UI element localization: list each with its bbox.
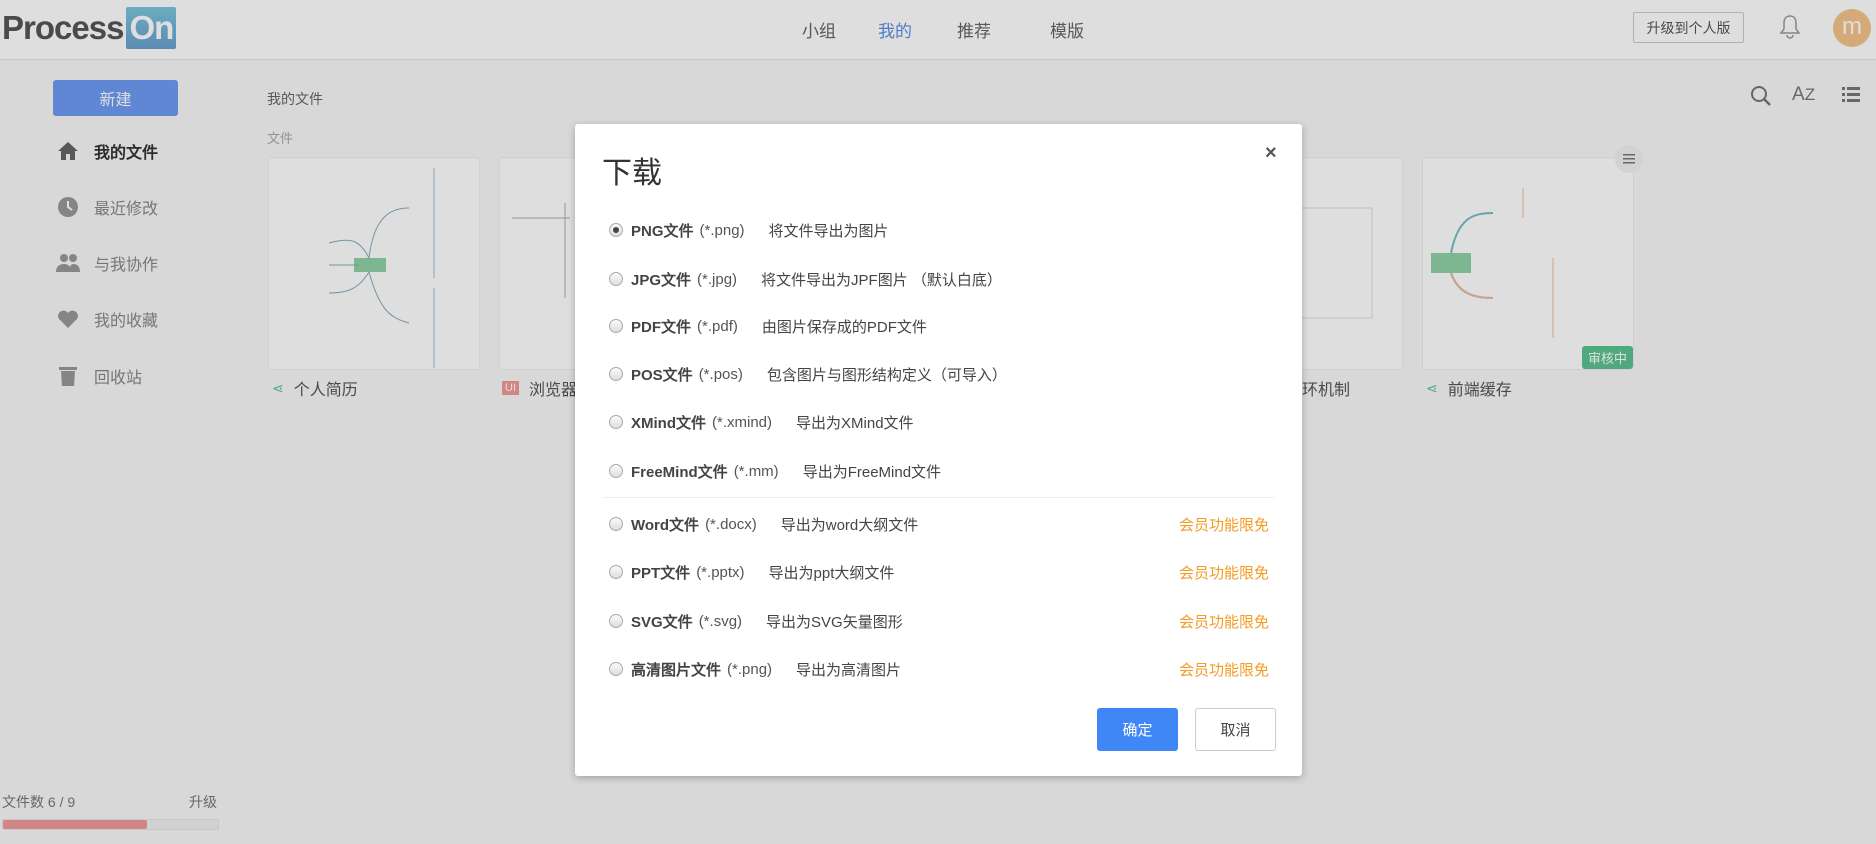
format-name: XMind文件 bbox=[631, 414, 706, 432]
format-description: 导出为XMind文件 bbox=[796, 414, 914, 432]
download-option[interactable]: PDF文件 (*.pdf) 由图片保存成的PDF文件 bbox=[609, 313, 1269, 339]
download-option[interactable]: XMind文件 (*.xmind) 导出为XMind文件 bbox=[609, 409, 1269, 435]
download-option[interactable]: JPG文件 (*.jpg) 将文件导出为JPF图片 （默认白底） bbox=[609, 266, 1269, 292]
format-extension: (*.svg) bbox=[698, 612, 743, 630]
format-name: FreeMind文件 bbox=[631, 463, 728, 481]
radio-button[interactable] bbox=[609, 517, 623, 531]
download-option[interactable]: SVG文件 (*.svg) 导出为SVG矢量图形 会员功能限免 bbox=[609, 608, 1269, 634]
format-description: 包含图片与图形结构定义（可导入） bbox=[766, 366, 1007, 384]
format-description: 导出为word大纲文件 bbox=[780, 516, 919, 534]
format-name: POS文件 bbox=[631, 366, 693, 384]
format-extension: (*.pdf) bbox=[697, 317, 738, 335]
radio-button[interactable] bbox=[609, 565, 623, 579]
divider bbox=[603, 497, 1275, 498]
format-extension: (*.docx) bbox=[705, 515, 757, 533]
radio-button[interactable] bbox=[609, 614, 623, 628]
format-extension: (*.pos) bbox=[698, 365, 743, 383]
format-description: 导出为SVG矢量图形 bbox=[766, 613, 903, 631]
radio-button[interactable] bbox=[609, 367, 623, 381]
format-description: 导出为ppt大纲文件 bbox=[768, 564, 895, 582]
vip-free-label: 会员功能限免 bbox=[1178, 564, 1269, 582]
format-name: SVG文件 bbox=[631, 613, 693, 631]
format-name: 高清图片文件 bbox=[631, 661, 722, 679]
format-extension: (*.png) bbox=[699, 221, 745, 239]
radio-button[interactable] bbox=[609, 464, 623, 478]
download-option[interactable]: PPT文件 (*.pptx) 导出为ppt大纲文件 会员功能限免 bbox=[609, 559, 1269, 585]
confirm-button[interactable]: 确定 bbox=[1097, 708, 1178, 751]
download-option[interactable]: Word文件 (*.docx) 导出为word大纲文件 会员功能限免 bbox=[609, 511, 1269, 537]
format-extension: (*.png) bbox=[727, 660, 773, 678]
format-description: 将文件导出为JPF图片 （默认白底） bbox=[761, 271, 1002, 289]
close-icon[interactable]: × bbox=[1265, 142, 1277, 165]
format-description: 由图片保存成的PDF文件 bbox=[761, 318, 927, 336]
download-option[interactable]: POS文件 (*.pos) 包含图片与图形结构定义（可导入） bbox=[609, 361, 1269, 387]
cancel-button[interactable]: 取消 bbox=[1195, 708, 1276, 751]
radio-button[interactable] bbox=[609, 223, 623, 237]
vip-free-label: 会员功能限免 bbox=[1178, 516, 1269, 534]
vip-free-label: 会员功能限免 bbox=[1178, 613, 1269, 631]
download-option[interactable]: FreeMind文件 (*.mm) 导出为FreeMind文件 bbox=[609, 458, 1269, 484]
format-name: PDF文件 bbox=[631, 318, 692, 336]
format-name: Word文件 bbox=[631, 516, 700, 534]
format-extension: (*.xmind) bbox=[712, 413, 773, 431]
download-option[interactable]: PNG文件 (*.png) 将文件导出为图片 bbox=[609, 217, 1269, 243]
format-description: 导出为FreeMind文件 bbox=[802, 463, 942, 481]
format-extension: (*.pptx) bbox=[696, 563, 745, 581]
radio-button[interactable] bbox=[609, 415, 623, 429]
format-description: 导出为高清图片 bbox=[796, 661, 902, 679]
format-extension: (*.mm) bbox=[733, 462, 779, 480]
radio-button[interactable] bbox=[609, 272, 623, 286]
vip-free-label: 会员功能限免 bbox=[1178, 661, 1269, 679]
format-name: JPG文件 bbox=[631, 271, 692, 289]
format-name: PNG文件 bbox=[631, 222, 694, 240]
download-option[interactable]: 高清图片文件 (*.png) 导出为高清图片 会员功能限免 bbox=[609, 656, 1269, 682]
format-extension: (*.jpg) bbox=[697, 270, 738, 288]
format-name: PPT文件 bbox=[631, 564, 691, 582]
radio-button[interactable] bbox=[609, 662, 623, 676]
download-dialog: 下载 × PNG文件 (*.png) 将文件导出为图片 JPG文件 (*.jpg) 将文件… bbox=[575, 124, 1302, 776]
radio-button[interactable] bbox=[609, 319, 623, 333]
format-description: 将文件导出为图片 bbox=[768, 222, 889, 240]
dialog-title: 下载 bbox=[602, 157, 662, 190]
